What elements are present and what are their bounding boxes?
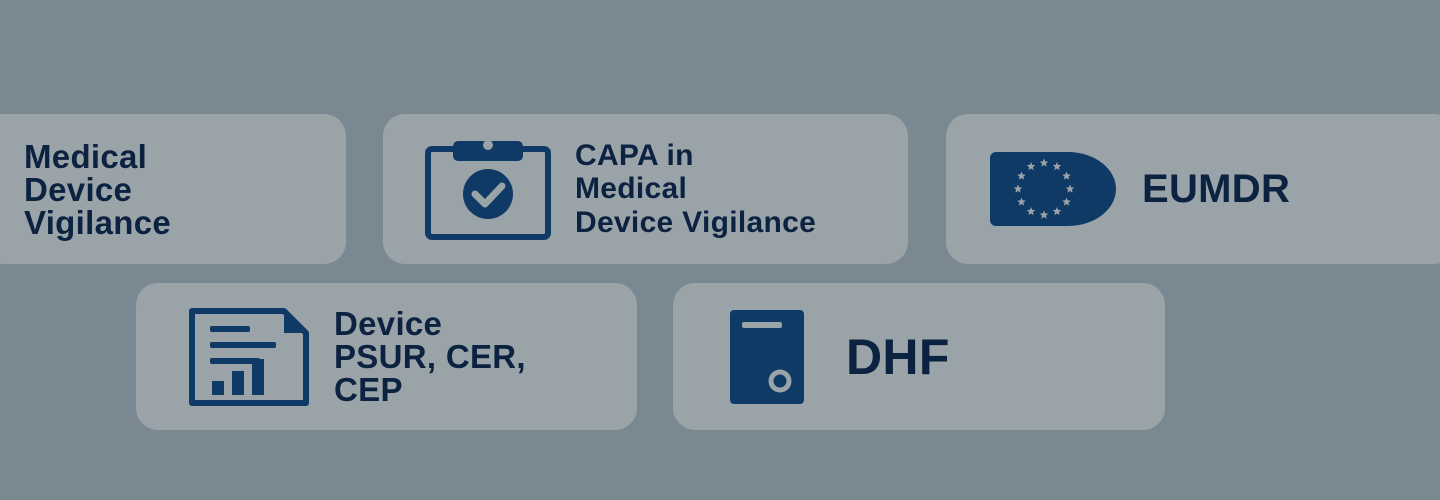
- clipboard-check-icon: [425, 140, 551, 240]
- label-line: Device: [24, 170, 133, 208]
- label-line: Vigilance: [24, 203, 171, 241]
- label-line: Medical: [575, 172, 688, 206]
- server-icon: [730, 309, 804, 404]
- label-line: EUMDR: [1142, 167, 1291, 211]
- card-label: CAPA in Medical Device Vigilance: [575, 139, 816, 240]
- label-line: PSUR, CER,: [334, 338, 526, 375]
- card-label: Medical Device Vigilance: [24, 140, 171, 239]
- card-label: Device PSUR, CER, CEP: [334, 307, 526, 406]
- card-psur-cer-cep[interactable]: Device PSUR, CER, CEP: [136, 283, 637, 430]
- card-medical-device-vigilance[interactable]: Medical Device Vigilance: [0, 114, 346, 264]
- label-line: Device: [334, 305, 443, 342]
- card-label: DHF: [846, 332, 950, 382]
- label-line: CEP: [334, 371, 403, 408]
- label-line: DHF: [846, 328, 950, 385]
- card-label: EUMDR: [1142, 169, 1290, 209]
- card-dhf[interactable]: DHF: [673, 283, 1165, 430]
- document-chart-icon: [189, 307, 309, 406]
- label-line: Medical: [24, 137, 148, 175]
- card-capa[interactable]: CAPA in Medical Device Vigilance: [383, 114, 908, 264]
- eu-flag-icon: [990, 152, 1116, 226]
- card-eumdr[interactable]: EUMDR: [946, 114, 1440, 264]
- label-line: CAPA in: [575, 138, 694, 172]
- label-line: Device Vigilance: [575, 205, 817, 239]
